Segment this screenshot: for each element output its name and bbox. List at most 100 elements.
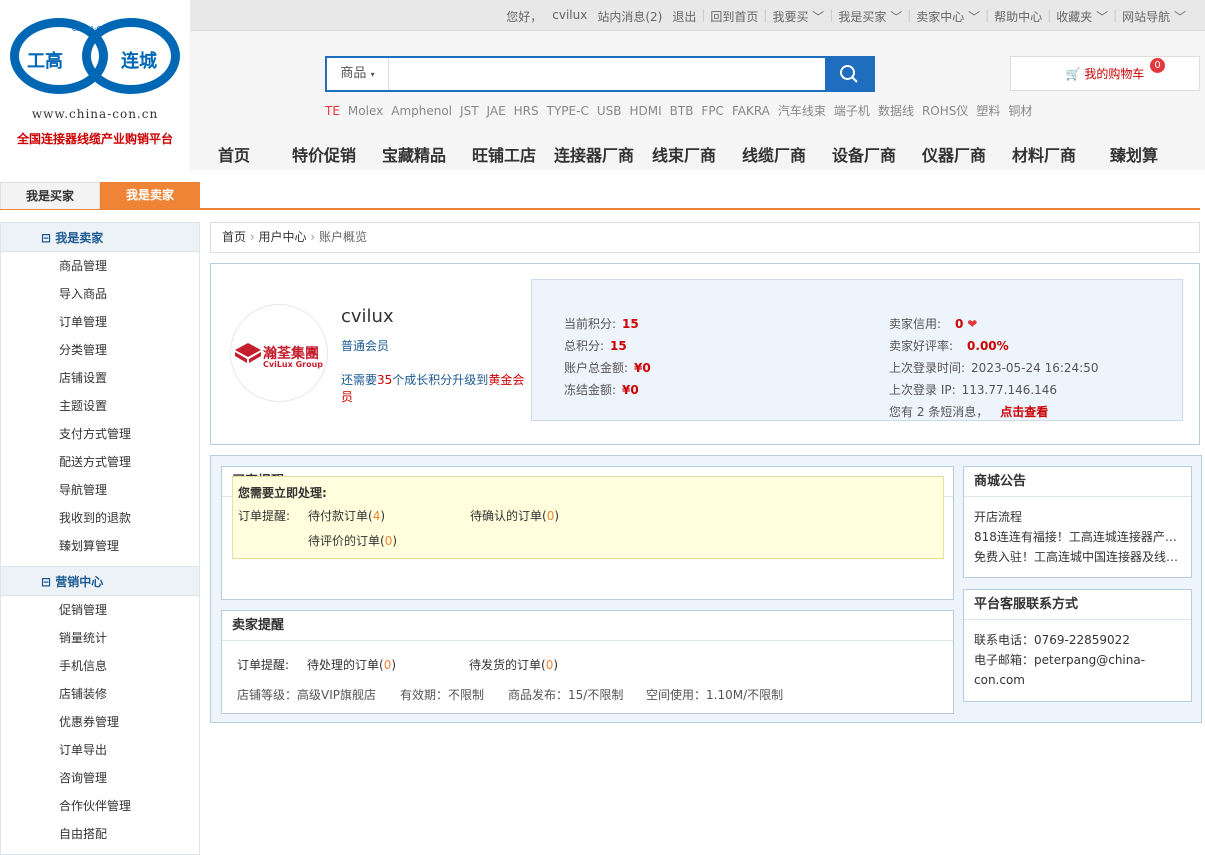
pending-review-link[interactable]: 待评价的订单(0): [308, 532, 397, 549]
hot-keyword[interactable]: FAKRA: [732, 104, 770, 118]
nav-item[interactable]: 首页: [218, 142, 250, 166]
nav-item[interactable]: 线缆厂商: [742, 142, 806, 166]
logo-slogan: 全国连接器线缆产业购销平台: [16, 132, 173, 146]
hot-keyword[interactable]: JST: [460, 104, 479, 118]
hot-keyword[interactable]: 铜材: [1008, 104, 1032, 118]
tab-seller[interactable]: 我是卖家: [100, 182, 200, 209]
link-count: 0: [384, 534, 393, 548]
seller-center-menu[interactable]: 卖家中心 ﹀: [911, 8, 985, 25]
site-nav-menu[interactable]: 网站导航 ﹀: [1117, 8, 1191, 25]
hot-keyword[interactable]: 端子机: [834, 104, 870, 118]
stat-balance: 账户总金额: ¥0: [564, 359, 651, 376]
announcement-item[interactable]: 818连连有福接！工高连城连接器产品全面降价: [974, 527, 1181, 547]
hot-keyword[interactable]: 汽车线束: [778, 104, 826, 118]
announcement-item[interactable]: 开店流程: [974, 507, 1181, 527]
hot-keyword[interactable]: Amphenol: [391, 104, 452, 118]
home-link[interactable]: 回到首页: [705, 8, 763, 25]
sidebar-item[interactable]: 订单管理: [1, 308, 199, 336]
logout-link[interactable]: 退出: [667, 8, 701, 25]
breadcrumb-home[interactable]: 首页: [222, 230, 246, 244]
help-link[interactable]: 帮助中心: [989, 8, 1047, 25]
hot-keyword[interactable]: 数据线: [878, 104, 914, 118]
buyer-menu[interactable]: 我是买家 ﹀: [833, 8, 907, 25]
breadcrumb-user-center[interactable]: 用户中心: [258, 230, 306, 244]
search-button[interactable]: [825, 58, 873, 90]
hot-keyword[interactable]: HDMI: [629, 104, 661, 118]
sidebar-item[interactable]: 咨询管理: [1, 764, 199, 792]
service-title: 平台客服联系方式: [964, 590, 1191, 620]
sidebar-item[interactable]: 臻划算管理: [1, 532, 199, 560]
cart-button[interactable]: 🛒 我的购物车 0: [1010, 56, 1200, 91]
sidebar-item[interactable]: 主题设置: [1, 392, 199, 420]
member-level[interactable]: 普通会员: [341, 337, 389, 354]
link-text: 待评价的订单: [308, 534, 381, 548]
search-input[interactable]: [389, 58, 825, 90]
hot-keyword[interactable]: 塑料: [976, 104, 1000, 118]
sidebar-item[interactable]: 促销管理: [1, 596, 199, 624]
sidebar-item[interactable]: 店铺装修: [1, 680, 199, 708]
sidebar-item[interactable]: 导入商品: [1, 280, 199, 308]
logo-url: www.china-con.cn: [31, 107, 159, 121]
stat-value: 15: [610, 339, 627, 353]
avatar[interactable]: 瀚荃集團 CviLux Group: [230, 304, 328, 402]
hot-keyword[interactable]: Molex: [348, 104, 383, 118]
nav-item[interactable]: 连接器厂商: [554, 142, 634, 166]
hot-keyword[interactable]: USB: [597, 104, 622, 118]
tab-buyer[interactable]: 我是买家: [0, 182, 100, 209]
pending-confirm-link[interactable]: 待确认的订单(0): [470, 507, 559, 524]
link-text: 待发货的订单: [469, 658, 542, 672]
buy-menu[interactable]: 我要买 ﹀: [767, 8, 829, 25]
announcement-item[interactable]: 免费入驻！工高连城中国连接器及线缆电子商务平台: [974, 547, 1181, 567]
hot-keyword[interactable]: BTB: [670, 104, 694, 118]
upgrade-points: 35: [377, 373, 393, 387]
sidebar-item[interactable]: 支付方式管理: [1, 420, 199, 448]
buyer-menu-label: 我是买家: [838, 10, 887, 24]
nav-item[interactable]: 线束厂商: [652, 142, 716, 166]
sidebar-item[interactable]: 分类管理: [1, 336, 199, 364]
pending-pay-link[interactable]: 待付款订单(4): [308, 507, 385, 524]
sidebar-item[interactable]: 商品管理: [1, 252, 199, 280]
sidebar-item[interactable]: 我收到的退款: [1, 504, 199, 532]
view-messages-link[interactable]: 点击查看: [1000, 405, 1048, 419]
nav-item[interactable]: 旺铺工店: [472, 142, 536, 166]
search-category-select[interactable]: 商品 ▾: [327, 58, 389, 90]
hot-keyword[interactable]: JAE: [487, 104, 506, 118]
stat-label: 冻结金额:: [564, 383, 617, 397]
nav-item[interactable]: 仪器厂商: [922, 142, 986, 166]
hot-keyword[interactable]: FPC: [701, 104, 724, 118]
sidebar-group-seller[interactable]: ⊟ 我是卖家: [1, 222, 199, 252]
sidebar-item[interactable]: 导航管理: [1, 476, 199, 504]
pending-process-link[interactable]: 待处理的订单(0): [307, 656, 396, 673]
sidebar-item[interactable]: 合作伙伴管理: [1, 792, 199, 820]
announcement-box: 商城公告 开店流程818连连有福接！工高连城连接器产品全面降价免费入驻！工高连城…: [963, 466, 1192, 578]
space-used: 空间使用：1.10M/不限制: [646, 688, 784, 702]
chevron-down-icon: ﹀: [1173, 10, 1186, 24]
favorites-menu[interactable]: 收藏夹 ﹀: [1051, 8, 1113, 25]
site-logo[interactable]: 工高 CHINA-CON 连城 www.china-con.cn 全国连接器线缆…: [0, 0, 190, 170]
sidebar-group-marketing[interactable]: ⊟ 营销中心: [1, 566, 199, 596]
hot-keyword[interactable]: HRS: [514, 104, 539, 118]
hot-keyword[interactable]: ROHS仪: [922, 104, 968, 118]
nav-item[interactable]: 臻划算: [1110, 142, 1158, 166]
stat-value: ¥0: [634, 361, 651, 375]
nav-item[interactable]: 特价促销: [292, 142, 356, 166]
nav-item[interactable]: 设备厂商: [832, 142, 896, 166]
sidebar-item[interactable]: 手机信息: [1, 652, 199, 680]
hot-keyword[interactable]: TYPE-C: [547, 104, 589, 118]
nav-item[interactable]: 宝藏精品: [382, 142, 446, 166]
nav-item[interactable]: 材料厂商: [1012, 142, 1076, 166]
sidebar-item[interactable]: 配送方式管理: [1, 448, 199, 476]
seller-reminder-title: 卖家提醒: [222, 611, 953, 641]
sidebar-item[interactable]: 订单导出: [1, 736, 199, 764]
sidebar-item[interactable]: 优惠券管理: [1, 708, 199, 736]
buyer-reminder-box: 买家提醒 您需要立即处理: 订单提醒: 待付款订单(4) 待确认的订单(0) 待…: [221, 466, 954, 600]
service-email-cont: con.com: [974, 673, 1025, 687]
sidebar-item[interactable]: 自由搭配: [1, 820, 199, 848]
hot-keyword[interactable]: TE: [325, 104, 340, 118]
pending-ship-link[interactable]: 待发货的订单(0): [469, 656, 558, 673]
sidebar-item[interactable]: 店铺设置: [1, 364, 199, 392]
sidebar-item[interactable]: 销量统计: [1, 624, 199, 652]
breadcrumb-separator: ›: [249, 230, 255, 244]
username-link[interactable]: cvilux: [547, 8, 592, 25]
messages-link[interactable]: 站内消息(2): [592, 8, 667, 25]
